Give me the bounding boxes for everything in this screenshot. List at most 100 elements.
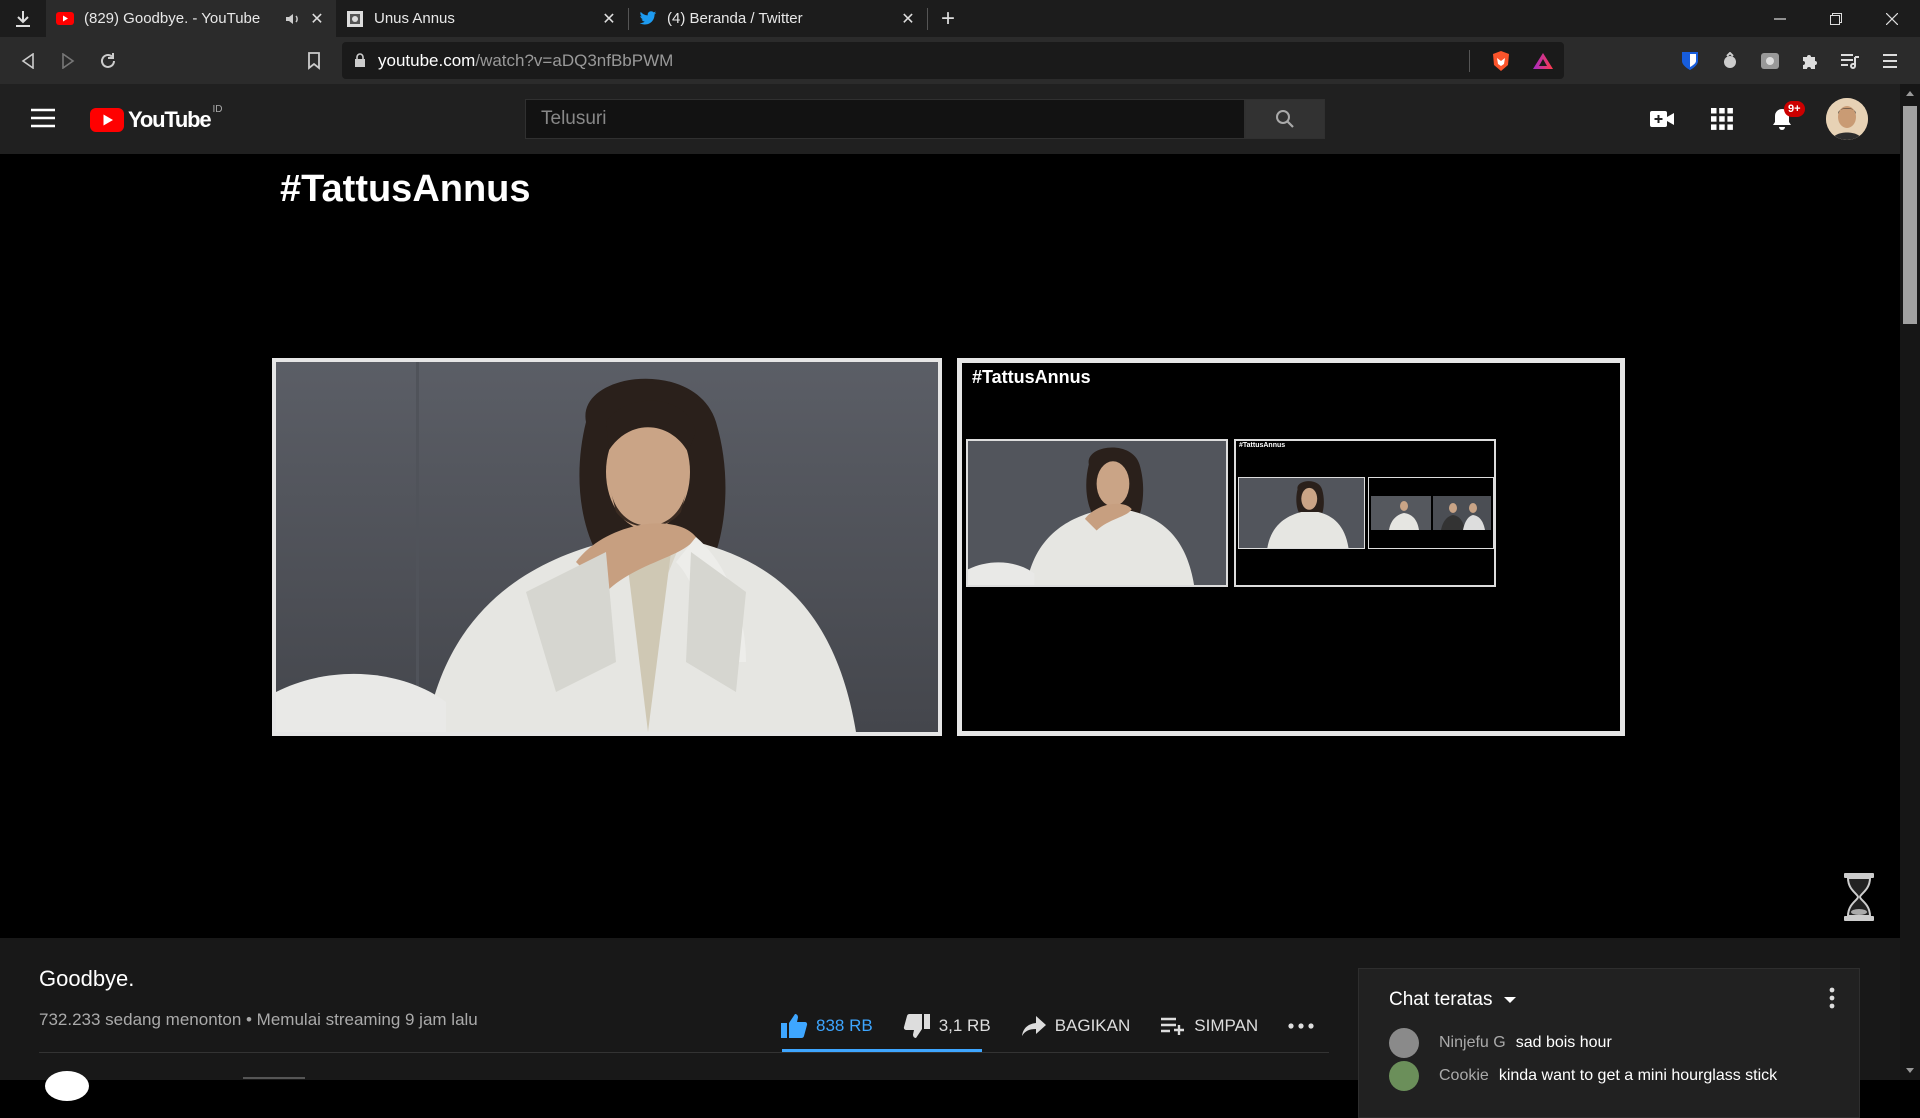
speaker-icon[interactable] xyxy=(284,10,302,28)
live-chat-panel: Chat teratas Ninjefu G sad bois hour Coo… xyxy=(1358,968,1860,1118)
new-tab-button[interactable]: + xyxy=(928,0,968,37)
save-label: SIMPAN xyxy=(1194,1016,1259,1035)
share-icon xyxy=(1021,1016,1046,1036)
video-player[interactable]: #TattusAnnus #TattusAnnus #TattusAnnus xyxy=(0,154,1900,938)
more-horizontal-icon xyxy=(1288,1023,1314,1029)
media-playlist-icon[interactable] xyxy=(1830,53,1870,69)
forward-icon[interactable] xyxy=(48,41,88,81)
more-actions-button[interactable] xyxy=(1288,1023,1322,1029)
tab-title: (4) Beranda / Twitter xyxy=(667,10,803,27)
nested-thumbnail xyxy=(1371,496,1431,530)
tab-title: Unus Annus xyxy=(374,10,455,27)
chat-text: kinda want to get a mini hourglass stick xyxy=(1498,1067,1778,1084)
person-white-suit-image xyxy=(968,441,1226,585)
chevron-down-icon xyxy=(1503,997,1516,1003)
bitwarden-icon[interactable] xyxy=(1670,51,1710,71)
close-window-icon[interactable] xyxy=(1864,0,1920,37)
nested-frame-level2-left xyxy=(1238,477,1365,549)
chat-text: sad bois hour xyxy=(1515,1034,1612,1051)
window-controls xyxy=(1752,0,1920,37)
create-video-icon[interactable] xyxy=(1632,89,1692,149)
url-text: youtube.com/watch?v=aDQ3nfBbPWM xyxy=(378,51,673,71)
unus-annus-icon xyxy=(346,10,364,28)
stream-frame-right: #TattusAnnus #TattusAnnus xyxy=(957,358,1625,736)
chat-header-label: Chat teratas xyxy=(1389,989,1493,1010)
video-actions: 838 RB 3,1 RB BAGIKAN SIMPAN xyxy=(780,1006,1352,1046)
puzzle-icon[interactable] xyxy=(1790,52,1830,70)
share-button[interactable]: BAGIKAN xyxy=(1021,1015,1130,1037)
url-host: youtube.com xyxy=(378,50,476,70)
dislike-button[interactable]: 3,1 RB xyxy=(903,1013,991,1039)
chat-message: Cookie kinda want to get a mini hourglas… xyxy=(1389,1061,1777,1091)
person-white-suit-image xyxy=(1239,478,1364,548)
chat-message: Ninjefu G sad bois hour xyxy=(1389,1028,1612,1058)
menu-icon[interactable] xyxy=(1870,53,1910,69)
thumbs-up-icon xyxy=(781,1014,808,1038)
scroll-up-icon[interactable] xyxy=(1900,86,1920,100)
browser-tabbar: (829) Goodbye. - YouTube ✕ Unus Annus ✕ … xyxy=(0,0,1920,37)
address-bar[interactable]: youtube.com/watch?v=aDQ3nfBbPWM xyxy=(342,42,1564,79)
search-icon xyxy=(1276,110,1294,128)
logo-text: YouTube xyxy=(128,107,212,132)
extensions-area xyxy=(1670,37,1910,84)
nested-frame-right: #TattusAnnus xyxy=(1234,439,1496,587)
brave-shields-icon[interactable] xyxy=(1480,50,1522,72)
download-icon[interactable] xyxy=(0,0,46,37)
screenshot-extension-icon[interactable] xyxy=(1750,52,1790,70)
extension-icon[interactable] xyxy=(1710,51,1750,70)
close-tab-icon[interactable]: ✕ xyxy=(600,10,618,28)
brave-rewards-icon[interactable] xyxy=(1522,52,1564,70)
close-tab-icon[interactable]: ✕ xyxy=(899,10,917,28)
restore-icon[interactable] xyxy=(1808,0,1864,37)
tab-unus-annus[interactable]: Unus Annus ✕ xyxy=(336,0,628,37)
like-count: 838 RB xyxy=(816,1016,873,1035)
nested-frame-level2-right xyxy=(1368,477,1494,549)
like-button[interactable]: 838 RB xyxy=(780,1013,873,1039)
lock-icon[interactable] xyxy=(342,53,378,68)
url-path: /watch?v=aDQ3nfBbPWM xyxy=(475,50,674,70)
minimize-icon[interactable] xyxy=(1752,0,1808,37)
nested-thumbnail xyxy=(1433,496,1491,530)
notifications-button[interactable]: 9+ xyxy=(1752,89,1812,149)
tab-twitter[interactable]: (4) Beranda / Twitter ✕ xyxy=(629,0,927,37)
notification-badge: 9+ xyxy=(1784,101,1805,117)
country-code: ID xyxy=(212,104,223,115)
chat-mode-dropdown[interactable]: Chat teratas xyxy=(1389,989,1517,1011)
channel-avatar[interactable] xyxy=(45,1071,89,1101)
back-icon[interactable] xyxy=(8,41,48,81)
chat-author[interactable]: Ninjefu G xyxy=(1439,1034,1506,1052)
close-tab-icon[interactable]: ✕ xyxy=(308,10,326,28)
chat-menu-icon[interactable] xyxy=(1829,987,1835,1014)
browser-toolbar: youtube.com/watch?v=aDQ3nfBbPWM xyxy=(0,37,1920,84)
video-title: Goodbye. xyxy=(39,966,135,991)
guide-menu-icon[interactable] xyxy=(30,108,60,130)
nested-mini-title: #TattusAnnus xyxy=(1239,442,1286,449)
divider xyxy=(39,1052,1329,1053)
chat-author[interactable]: Cookie xyxy=(1439,1067,1489,1085)
twitter-icon xyxy=(639,10,657,28)
tab-youtube[interactable]: (829) Goodbye. - YouTube ✕ xyxy=(46,0,336,37)
tab-title: (829) Goodbye. - YouTube xyxy=(84,10,261,27)
thumbs-down-icon xyxy=(903,1014,930,1038)
save-button[interactable]: SIMPAN xyxy=(1160,1016,1258,1036)
chat-avatar xyxy=(1389,1028,1419,1058)
divider xyxy=(243,1077,305,1079)
youtube-logo[interactable]: YouTube ID xyxy=(90,104,223,134)
divider xyxy=(1469,49,1470,72)
add-to-playlist-icon xyxy=(1161,1017,1185,1035)
avatar[interactable] xyxy=(1826,98,1868,140)
stream-frame-left xyxy=(272,358,942,736)
apps-grid-icon[interactable] xyxy=(1692,89,1752,149)
search-button[interactable] xyxy=(1245,99,1325,139)
page-scrollbar[interactable] xyxy=(1900,84,1920,1080)
scroll-down-icon[interactable] xyxy=(1900,1064,1920,1078)
youtube-icon xyxy=(56,10,74,28)
person-white-suit-image xyxy=(276,362,938,732)
scrollbar-thumb[interactable] xyxy=(1903,106,1917,324)
youtube-masthead: YouTube ID 9+ xyxy=(0,84,1900,154)
search-input[interactable] xyxy=(526,100,1244,138)
reload-icon[interactable] xyxy=(88,41,128,81)
chat-avatar xyxy=(1389,1061,1419,1091)
bookmark-icon[interactable] xyxy=(294,41,334,81)
video-info-section: Goodbye. 732.233 sedang menonton • Memul… xyxy=(0,938,1900,1118)
